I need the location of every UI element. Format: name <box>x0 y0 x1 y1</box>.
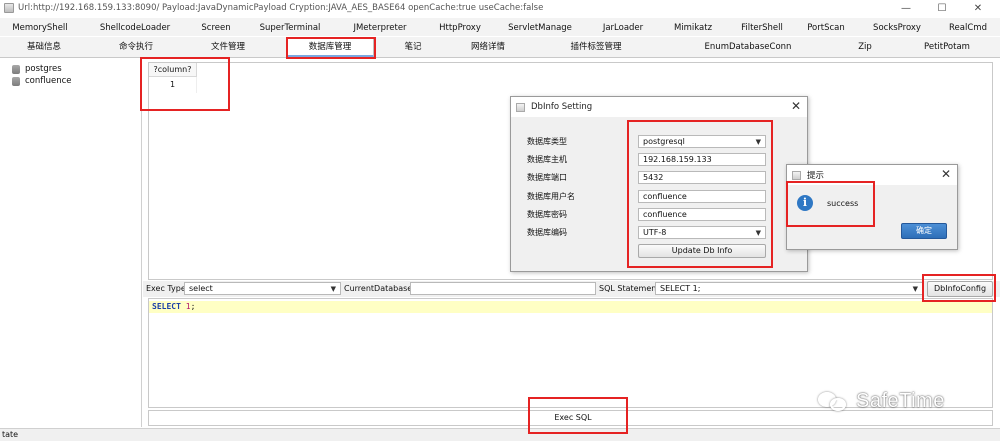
db-password-label: 数据库密码 <box>527 210 567 219</box>
watermark-text: SafeTime <box>856 389 945 412</box>
tree-item-confluence[interactable]: confluence <box>12 75 72 87</box>
exec-type-value: select <box>189 284 213 293</box>
close-icon[interactable]: ✕ <box>941 167 951 181</box>
tab-jmeterpreter[interactable]: JMeterpreter <box>344 20 416 36</box>
editor-current-line[interactable]: SELECT 1; <box>149 301 992 313</box>
db-username-input[interactable]: confluence <box>638 190 766 203</box>
db-encoding-label: 数据库编码 <box>527 228 567 237</box>
tree-item-label: postgres <box>25 64 62 74</box>
db-port-input[interactable]: 5432 <box>638 171 766 184</box>
sql-statement-value: SELECT 1; <box>660 284 701 293</box>
app-icon <box>4 3 14 13</box>
database-icon <box>12 64 20 74</box>
dialog-titlebar: 提示 ✕ <box>787 165 957 185</box>
tab-superterminal[interactable]: SuperTerminal <box>252 20 328 36</box>
status-bar: tate <box>0 428 1000 441</box>
sql-keyword: SELECT <box>152 302 181 311</box>
tab-shellcodeloader[interactable]: ShellcodeLoader <box>92 20 178 36</box>
close-icon[interactable]: ✕ <box>791 99 801 113</box>
db-host-input[interactable]: 192.168.159.133 <box>638 153 766 166</box>
sql-statement-label: SQL Statement <box>599 284 660 293</box>
dropdown-arrow-icon: ▼ <box>755 229 761 237</box>
dropdown-arrow-icon: ▼ <box>330 285 336 293</box>
dialog-title: DbInfo Setting <box>531 102 593 112</box>
tab-petitpotam[interactable]: PetitPotam <box>918 39 976 55</box>
sql-terminator: ; <box>190 302 196 311</box>
tab-database-manager[interactable]: 数据库管理 <box>286 38 374 57</box>
window-title: Url:http://192.168.159.133:8090/ Payload… <box>18 3 544 13</box>
ok-button[interactable]: 确定 <box>901 223 947 239</box>
watermark: SafeTime <box>818 384 978 418</box>
tab-basic-info[interactable]: 基础信息 <box>18 39 70 55</box>
tab-network-details[interactable]: 网络详情 <box>460 39 516 55</box>
minimize-button[interactable]: — <box>890 0 922 16</box>
db-type-select[interactable]: postgresql ▼ <box>638 135 766 148</box>
tab-screen[interactable]: Screen <box>190 20 242 36</box>
database-icon <box>12 76 20 86</box>
dbinfo-setting-dialog: DbInfo Setting ✕ 数据库类型 数据库主机 数据库端口 数据库用户… <box>510 96 808 272</box>
main-tab-bar: 基础信息 命令执行 文件管理 数据库管理 笔记 网络详情 插件标签管理 Enum… <box>0 37 1000 58</box>
db-type-label: 数据库类型 <box>527 137 567 146</box>
tab-command-exec[interactable]: 命令执行 <box>108 39 164 55</box>
table-cell[interactable]: 1 <box>149 77 197 93</box>
message-dialog: 提示 ✕ i success 确定 <box>786 164 958 250</box>
java-icon <box>516 102 525 112</box>
tab-enumdatabaseconn[interactable]: EnumDatabaseConn <box>700 39 796 55</box>
tab-mimikatz[interactable]: Mimikatz <box>666 20 720 36</box>
wechat-logo-icon <box>818 390 848 412</box>
dialog-title: 提示 <box>807 171 825 181</box>
db-username-label: 数据库用户名 <box>527 192 575 201</box>
sql-statement-select[interactable]: SELECT 1; ▼ <box>655 282 923 295</box>
info-icon: i <box>797 195 813 211</box>
close-button[interactable]: ✕ <box>962 0 994 16</box>
tree-item-postgres[interactable]: postgres <box>12 63 62 75</box>
tab-realcmd[interactable]: RealCmd <box>942 20 994 36</box>
db-port-label: 数据库端口 <box>527 173 567 182</box>
current-database-label: CurrentDatabase <box>344 284 413 293</box>
tab-file-manager[interactable]: 文件管理 <box>200 39 256 55</box>
window-titlebar: Url:http://192.168.159.133:8090/ Payload… <box>0 0 1000 16</box>
column-header[interactable]: ?column? <box>149 63 197 77</box>
db-encoding-value: UTF-8 <box>643 228 667 237</box>
maximize-button[interactable]: ☐ <box>926 0 958 16</box>
tab-plugin-manager[interactable]: 插件标签管理 <box>560 39 632 55</box>
tab-socksproxy[interactable]: SocksProxy <box>864 20 930 36</box>
exec-type-select[interactable]: select ▼ <box>184 282 341 295</box>
message-text: success <box>827 199 859 208</box>
tab-httpproxy[interactable]: HttpProxy <box>430 20 490 36</box>
dropdown-arrow-icon: ▼ <box>912 285 918 293</box>
dropdown-arrow-icon: ▼ <box>755 138 761 146</box>
db-host-label: 数据库主机 <box>527 155 567 164</box>
tab-filtershell[interactable]: FilterShell <box>732 20 792 36</box>
tab-memoryshell[interactable]: MemoryShell <box>4 20 76 36</box>
exec-sql-button[interactable]: Exec SQL <box>525 412 621 425</box>
db-type-value: postgresql <box>643 137 685 146</box>
db-password-input[interactable]: confluence <box>638 208 766 221</box>
tree-item-label: confluence <box>25 76 72 86</box>
tab-notes[interactable]: 笔记 <box>396 39 430 55</box>
dbinfo-config-button[interactable]: DbInfoConfig <box>927 281 993 297</box>
database-tree: postgres confluence <box>0 59 142 427</box>
tab-portscan[interactable]: PortScan <box>800 20 852 36</box>
update-db-info-button[interactable]: Update Db Info <box>638 244 766 258</box>
db-encoding-select[interactable]: UTF-8 ▼ <box>638 226 766 239</box>
tab-jarloader[interactable]: JarLoader <box>596 20 650 36</box>
current-database-input[interactable] <box>410 282 596 295</box>
tab-servletmanage[interactable]: ServletManage <box>500 20 580 36</box>
exec-type-label: Exec Type <box>146 284 186 293</box>
dialog-titlebar: DbInfo Setting ✕ <box>511 97 807 117</box>
plugin-tab-bar: MemoryShell ShellcodeLoader Screen Super… <box>0 18 1000 36</box>
sql-toolbar: Exec Type select ▼ CurrentDatabase SQL S… <box>143 281 1000 297</box>
tab-zip[interactable]: Zip <box>850 39 880 55</box>
java-icon <box>792 170 801 180</box>
